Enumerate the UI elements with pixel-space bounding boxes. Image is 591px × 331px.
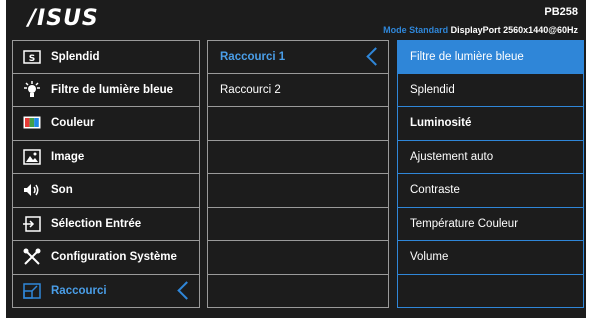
menu-item-image[interactable]: Image (12, 140, 200, 174)
submenu-item-label: Raccourci 1 (220, 50, 286, 63)
main-menu: S Splendid Filtre de lumière bleue Coule… (12, 40, 200, 308)
blue-light-icon (21, 80, 43, 99)
model-name: PB258 (544, 6, 578, 18)
menu-item-label: Sélection Entrée (51, 217, 142, 230)
option-label: Volume (410, 251, 449, 264)
chevron-left-icon (364, 47, 378, 67)
option-contrast[interactable]: Contraste (397, 174, 584, 208)
speaker-icon (21, 181, 43, 199)
menu-item-label: Splendid (51, 50, 100, 63)
menu-item-label: Filtre de lumière bleue (51, 83, 174, 96)
color-icon (21, 114, 43, 132)
menu-item-input-selection[interactable]: Sélection Entrée (12, 207, 200, 241)
menu-item-label: Configuration Système (51, 251, 177, 264)
menu-item-label: Raccourci (51, 284, 107, 297)
menu-item-label: Son (51, 184, 73, 197)
option-label: Filtre de lumière bleue (410, 50, 524, 63)
chevron-left-icon (175, 281, 189, 301)
submenu-item-empty (207, 241, 389, 275)
option-empty (397, 274, 584, 308)
submenu-item-empty (207, 274, 389, 308)
status-resolution: 2560x1440@60Hz (503, 25, 578, 35)
menu-item-splendid[interactable]: S Splendid (12, 40, 200, 74)
option-blue-light-filter[interactable]: Filtre de lumière bleue (397, 40, 584, 74)
option-label: Ajustement auto (410, 150, 494, 163)
splendid-icon: S (21, 48, 43, 66)
brand-logo: /ISUS (28, 6, 99, 31)
submenu: Raccourci 1 Raccourci 2 (207, 40, 389, 308)
status-mode: Mode Standard (383, 25, 449, 35)
submenu-item-raccourci-2[interactable]: Raccourci 2 (207, 73, 389, 107)
option-auto-adjust[interactable]: Ajustement auto (397, 140, 584, 174)
svg-text:S: S (29, 54, 35, 64)
status-port: DisplayPort (450, 25, 501, 35)
option-label: Luminosité (410, 117, 472, 130)
submenu-item-label: Raccourci 2 (220, 83, 281, 96)
submenu-item-empty (207, 174, 389, 208)
menu-item-son[interactable]: Son (12, 174, 200, 208)
option-volume[interactable]: Volume (397, 241, 584, 275)
menu-item-blue-light[interactable]: Filtre de lumière bleue (12, 73, 200, 107)
submenu-item-empty (207, 107, 389, 141)
submenu-item-empty (207, 207, 389, 241)
menu-item-shortcut[interactable]: Raccourci (12, 274, 200, 308)
image-icon (21, 148, 43, 166)
option-list: Filtre de lumière bleue Splendid Luminos… (397, 40, 584, 308)
status-bar: Mode Standard DisplayPort 2560x1440@60Hz (383, 25, 578, 35)
wrench-icon (21, 248, 43, 266)
menu-item-label: Image (51, 150, 85, 163)
option-brightness[interactable]: Luminosité (397, 107, 584, 141)
option-label: Splendid (410, 83, 455, 96)
option-label: Contraste (410, 184, 460, 197)
menu-item-couleur[interactable]: Couleur (12, 107, 200, 141)
submenu-item-empty (207, 140, 389, 174)
menu-item-system-setup[interactable]: Configuration Système (12, 241, 200, 275)
menu-item-label: Couleur (51, 117, 95, 130)
option-splendid[interactable]: Splendid (397, 73, 584, 107)
option-label: Température Couleur (410, 217, 519, 230)
submenu-item-raccourci-1[interactable]: Raccourci 1 (207, 40, 389, 74)
shortcut-icon (21, 282, 43, 300)
input-icon (21, 215, 43, 233)
option-color-temperature[interactable]: Température Couleur (397, 207, 584, 241)
